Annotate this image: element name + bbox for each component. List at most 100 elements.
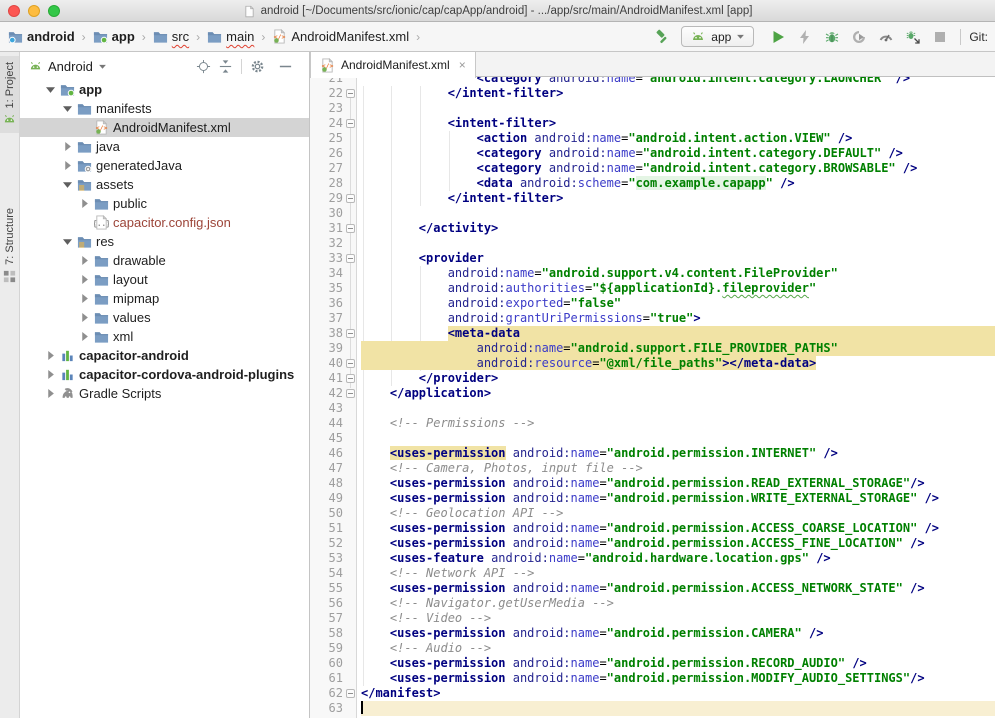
panel-settings-button[interactable]	[250, 59, 265, 74]
code-line-24: <intent-filter>	[361, 116, 995, 131]
breadcrumb-item-main[interactable]: main	[207, 29, 254, 44]
chevron-collapsed-icon[interactable]	[80, 256, 89, 265]
gradle-icon	[60, 386, 75, 401]
attach-debugger-button[interactable]	[901, 26, 925, 48]
editor-tab-androidmanifest[interactable]: </> AndroidManifest.xml ×	[310, 52, 476, 78]
line-number: 50	[310, 506, 356, 521]
fold-marker-line-29[interactable]	[346, 194, 355, 203]
breadcrumb-item-androidmanifest-xml[interactable]: </>AndroidManifest.xml	[272, 29, 409, 44]
breadcrumb-item-android[interactable]: android	[8, 29, 75, 44]
chevron-collapsed-icon[interactable]	[80, 199, 89, 208]
run-button[interactable]	[766, 26, 790, 48]
tree-item-assets[interactable]: assets	[20, 175, 309, 194]
chevron-collapsed-icon[interactable]	[46, 389, 55, 398]
tree-item-res[interactable]: res	[20, 232, 309, 251]
breadcrumb-label: main	[226, 29, 254, 44]
stop-button[interactable]	[928, 26, 952, 48]
tree-item-label: Gradle Scripts	[79, 384, 161, 403]
chevron-collapsed-icon[interactable]	[46, 351, 55, 360]
attach-profiler-button[interactable]	[847, 26, 871, 48]
chevron-collapsed-icon[interactable]	[46, 370, 55, 379]
profile-button[interactable]	[874, 26, 898, 48]
build-button[interactable]	[651, 26, 675, 48]
fold-marker-line-33[interactable]	[346, 254, 355, 263]
tree-item-generatedjava[interactable]: generatedJava	[20, 156, 309, 175]
tree-item-capacitor-config-json[interactable]: {..}capacitor.config.json	[20, 213, 309, 232]
chevron-collapsed-icon[interactable]	[80, 313, 89, 322]
tree-item-public[interactable]: public	[20, 194, 309, 213]
fold-marker-line-24[interactable]	[346, 119, 355, 128]
code-line-31: </activity>	[361, 221, 995, 236]
code-line-30	[361, 206, 995, 221]
code-area[interactable]: <category android:name="android.intent.c…	[358, 71, 995, 718]
chevron-expanded-icon[interactable]	[63, 180, 72, 189]
fold-marker-line-31[interactable]	[346, 224, 355, 233]
folder-icon	[77, 139, 92, 154]
svg-text:{..}: {..}	[94, 219, 109, 228]
breadcrumb-item-src[interactable]: src	[153, 29, 189, 44]
chevron-collapsed-icon[interactable]	[63, 142, 72, 151]
code-line-47: <!-- Camera, Photos, input file -->	[361, 461, 995, 476]
tree-item-manifests[interactable]: manifests	[20, 99, 309, 118]
breadcrumb-label: app	[112, 29, 135, 44]
locate-file-button[interactable]	[196, 59, 211, 74]
tree-item-layout[interactable]: layout	[20, 270, 309, 289]
fold-marker-line-41[interactable]	[346, 374, 355, 383]
chevron-expanded-icon[interactable]	[63, 237, 72, 246]
folder-res-icon	[77, 234, 92, 249]
code-line-32	[361, 236, 995, 251]
debug-button[interactable]	[820, 26, 844, 48]
tree-item-app[interactable]: app	[20, 80, 309, 99]
android-icon	[690, 29, 706, 45]
tree-item-values[interactable]: values	[20, 308, 309, 327]
hide-panel-button[interactable]	[278, 59, 293, 74]
project-view-label: Android	[48, 59, 93, 74]
code-line-46: <uses-permission android:name="android.p…	[361, 446, 995, 461]
structure-icon	[2, 269, 17, 284]
run-configuration-select[interactable]: app	[681, 26, 754, 47]
tree-item-androidmanifest-xml[interactable]: </>AndroidManifest.xml	[20, 118, 309, 137]
chevron-collapsed-icon[interactable]	[80, 275, 89, 284]
collapse-all-button[interactable]	[218, 59, 233, 74]
chevron-right-icon: ›	[196, 30, 200, 44]
line-number: 49	[310, 491, 356, 506]
line-number: 61	[310, 671, 356, 686]
chevron-right-icon: ›	[261, 30, 265, 44]
chevron-collapsed-icon[interactable]	[63, 161, 72, 170]
tree-item-java[interactable]: java	[20, 137, 309, 156]
fold-marker-line-42[interactable]	[346, 389, 355, 398]
run-toolbar: app Git:	[651, 22, 990, 51]
chevron-expanded-icon[interactable]	[46, 85, 55, 94]
tree-item-mipmap[interactable]: mipmap	[20, 289, 309, 308]
chevron-collapsed-icon[interactable]	[80, 294, 89, 303]
code-line-51: <uses-permission android:name="android.p…	[361, 521, 995, 536]
fold-marker-line-40[interactable]	[346, 359, 355, 368]
collapse-all-icon	[218, 59, 233, 74]
tree-item-drawable[interactable]: drawable	[20, 251, 309, 270]
tool-button-project[interactable]: 1: Project	[0, 56, 19, 133]
chevron-down-icon	[736, 32, 745, 41]
code-line-62: </manifest>	[361, 686, 995, 701]
apply-changes-button[interactable]	[793, 26, 817, 48]
chevron-expanded-icon[interactable]	[63, 104, 72, 113]
line-number: 47	[310, 461, 356, 476]
close-icon[interactable]: ×	[459, 58, 466, 72]
fold-marker-line-22[interactable]	[346, 89, 355, 98]
tree-item-capacitor-cordova-android-plugins[interactable]: capacitor-cordova-android-plugins	[20, 365, 309, 384]
tree-item-xml[interactable]: xml	[20, 327, 309, 346]
code-line-43	[361, 401, 995, 416]
tree-item-capacitor-android[interactable]: capacitor-android	[20, 346, 309, 365]
code-line-44: <!-- Permissions -->	[361, 416, 995, 431]
tree-item-label: layout	[113, 270, 148, 289]
folder-icon	[94, 253, 109, 268]
fold-marker-line-38[interactable]	[346, 329, 355, 338]
tree-item-gradle-scripts[interactable]: Gradle Scripts	[20, 384, 309, 403]
tool-button-structure[interactable]: 7: Structure	[0, 202, 19, 290]
fold-marker-line-62[interactable]	[346, 689, 355, 698]
chevron-collapsed-icon[interactable]	[80, 332, 89, 341]
breadcrumb-item-app[interactable]: app	[93, 29, 135, 44]
line-number: 45	[310, 431, 356, 446]
project-view-selector[interactable]: Android	[28, 59, 107, 74]
code-line-28: <data android:scheme="com.example.capapp…	[361, 176, 995, 191]
tree-item-label: capacitor-android	[79, 346, 189, 365]
